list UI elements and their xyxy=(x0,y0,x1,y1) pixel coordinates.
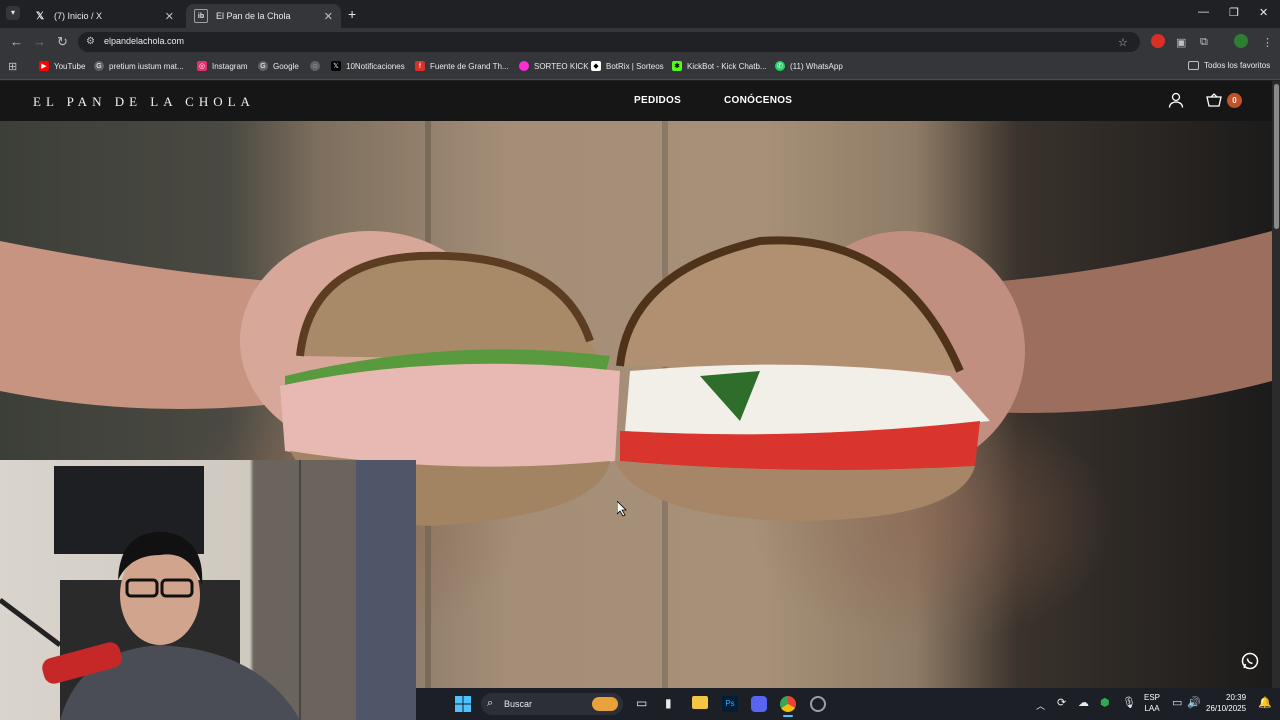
profile-avatar-icon[interactable] xyxy=(1234,34,1248,48)
google-icon: G xyxy=(258,61,268,71)
instagram-icon: ◎ xyxy=(197,61,207,71)
chrome-icon[interactable] xyxy=(780,696,796,712)
bookmark-notificaciones[interactable]: 𝕏 10Notificaciones xyxy=(331,61,405,71)
restore-icon[interactable]: ❐ xyxy=(1229,6,1239,19)
taskbar-search-label: Buscar xyxy=(504,699,533,709)
botrix-icon: ◆ xyxy=(591,61,601,71)
cart-count-badge: 0 xyxy=(1227,93,1242,108)
close-window-icon[interactable]: ✕ xyxy=(1259,6,1268,19)
windows-start-icon[interactable] xyxy=(455,696,471,715)
extension-icon[interactable]: ▣ xyxy=(1176,36,1186,49)
kickbot-icon: ✱ xyxy=(672,61,682,71)
tab-title: El Pan de la Chola xyxy=(216,11,291,21)
bookmark-label: (11) WhatsApp xyxy=(790,61,843,71)
x-icon: 𝕏 xyxy=(331,61,341,71)
url-text[interactable]: elpandelachola.com xyxy=(104,36,184,46)
apps-grid-icon[interactable]: ⊞ xyxy=(8,60,17,73)
mouse-cursor-icon xyxy=(616,500,627,522)
close-tab-icon[interactable]: ✕ xyxy=(324,10,333,23)
extensions-puzzle-icon[interactable]: ⧉ xyxy=(1200,36,1208,49)
active-app-indicator xyxy=(783,715,793,717)
microphone-icon[interactable]: 🎙 xyxy=(1122,696,1136,709)
bookmark-google[interactable]: G Google xyxy=(258,61,299,71)
tab-el-pan-de-la-chola[interactable]: ib El Pan de la Chola ✕ xyxy=(186,4,341,28)
bookmark-label: YouTube xyxy=(54,61,86,71)
tab-search-button[interactable]: ▾ xyxy=(6,6,20,20)
site-icon: ib xyxy=(194,9,208,23)
bookmark-sorteo-kick[interactable]: SORTEO KICK xyxy=(519,61,589,71)
site-info-icon[interactable]: ⚙ xyxy=(86,36,95,47)
webcam-overlay xyxy=(0,460,416,720)
globe-icon: ◌ xyxy=(310,61,320,71)
lang-line1: ESP xyxy=(1144,693,1161,702)
whatsapp-float-icon[interactable] xyxy=(1241,652,1259,675)
bookmark-label: SORTEO KICK xyxy=(534,61,589,71)
bookmark-pretium[interactable]: Gpretium iustum mat... xyxy=(94,61,184,71)
bookmark-star-icon[interactable]: ☆ xyxy=(1118,36,1128,49)
tab-title: (7) Inicio / X xyxy=(54,11,103,21)
search-icon: ⌕ xyxy=(487,697,494,709)
search-highlight-icon xyxy=(592,697,618,711)
whatsapp-icon: ✆ xyxy=(775,61,785,71)
lang-line2: LAA xyxy=(1144,704,1160,713)
bookmark-label: KickBot - Kick Chatb... xyxy=(687,61,767,71)
bookmark-botrix[interactable]: ◆ BotRix | Sorteos xyxy=(591,61,664,71)
forward-icon[interactable]: → xyxy=(33,34,46,49)
bookmark-label: pretium iustum mat... xyxy=(109,61,184,71)
bookmark-grand-theft[interactable]: f Fuente de Grand Th... xyxy=(415,61,509,71)
bookmark-label: Google xyxy=(273,61,299,71)
tab-x-inicio[interactable]: 𝕏 (7) Inicio / X ✕ xyxy=(26,4,182,28)
new-tab-icon[interactable]: + xyxy=(348,6,356,22)
app-icon[interactable]: ▮ xyxy=(665,696,672,710)
bookmark-whatsapp[interactable]: ✆ (11) WhatsApp xyxy=(775,61,843,71)
bookmark-label: BotRix | Sorteos xyxy=(606,61,664,71)
x-icon: 𝕏 xyxy=(35,10,45,22)
clock-date: 26/10/2025 xyxy=(1206,704,1247,713)
bookmark-globe[interactable]: ◌ xyxy=(310,61,325,71)
bookmark-label: 10Notificaciones xyxy=(346,61,405,71)
bookmark-label: Instagram xyxy=(212,61,248,71)
cart-icon[interactable] xyxy=(1206,93,1222,112)
all-bookmarks[interactable]: Todos los favoritos xyxy=(1188,61,1270,70)
nav-conocenos[interactable]: CONÓCENOS xyxy=(724,95,792,106)
onedrive-icon[interactable]: ☁ xyxy=(1078,696,1089,709)
reload-icon[interactable]: ↻ xyxy=(57,34,68,50)
clock-time: 20:39 xyxy=(1226,693,1247,702)
notifications-icon[interactable]: 🔔 xyxy=(1258,696,1272,709)
globe-icon: G xyxy=(94,61,104,71)
input-language[interactable]: ESP LAA xyxy=(1144,692,1160,714)
nav-pedidos[interactable]: PEDIDOS xyxy=(634,95,681,106)
volume-icon[interactable]: 🔊 xyxy=(1187,696,1201,709)
file-explorer-icon[interactable] xyxy=(692,696,708,709)
network-icon[interactable]: ▭ xyxy=(1172,696,1182,709)
browser-menu-icon[interactable]: ⋮ xyxy=(1262,36,1273,49)
show-hidden-icons[interactable]: ︿ xyxy=(1036,699,1045,712)
kick-sorteo-icon xyxy=(519,61,529,71)
site-logo[interactable]: EL PAN DE LA CHOLA xyxy=(33,94,255,110)
all-bookmarks-label: Todos los favoritos xyxy=(1204,61,1271,70)
minimize-icon[interactable]: — xyxy=(1198,6,1209,18)
folder-icon xyxy=(1188,61,1199,70)
close-tab-icon[interactable]: ✕ xyxy=(165,10,174,23)
sync-icon[interactable]: ⟳ xyxy=(1057,696,1066,709)
bookmark-label: Fuente de Grand Th... xyxy=(430,61,509,71)
bookmark-kickbot[interactable]: ✱ KickBot - Kick Chatb... xyxy=(672,61,767,71)
app-notification-icon[interactable] xyxy=(810,696,826,712)
bookmark-instagram[interactable]: ◎ Instagram xyxy=(197,61,248,71)
address-bar[interactable] xyxy=(78,32,1140,52)
extension-red-icon[interactable] xyxy=(1151,34,1165,48)
task-view-icon[interactable]: ▭ xyxy=(636,696,647,710)
account-icon[interactable] xyxy=(1168,92,1184,113)
photoshop-icon[interactable]: Ps xyxy=(722,696,738,712)
font-icon: f xyxy=(415,61,425,71)
system-clock[interactable]: 20:39 26/10/2025 xyxy=(1206,692,1246,714)
discord-icon[interactable] xyxy=(751,696,767,712)
back-icon[interactable]: ← xyxy=(10,34,23,49)
scrollbar-thumb[interactable] xyxy=(1274,84,1279,229)
security-icon[interactable]: ⬢ xyxy=(1100,696,1110,709)
bookmark-youtube[interactable]: ▶ YouTube xyxy=(39,61,85,71)
youtube-icon: ▶ xyxy=(39,61,49,71)
